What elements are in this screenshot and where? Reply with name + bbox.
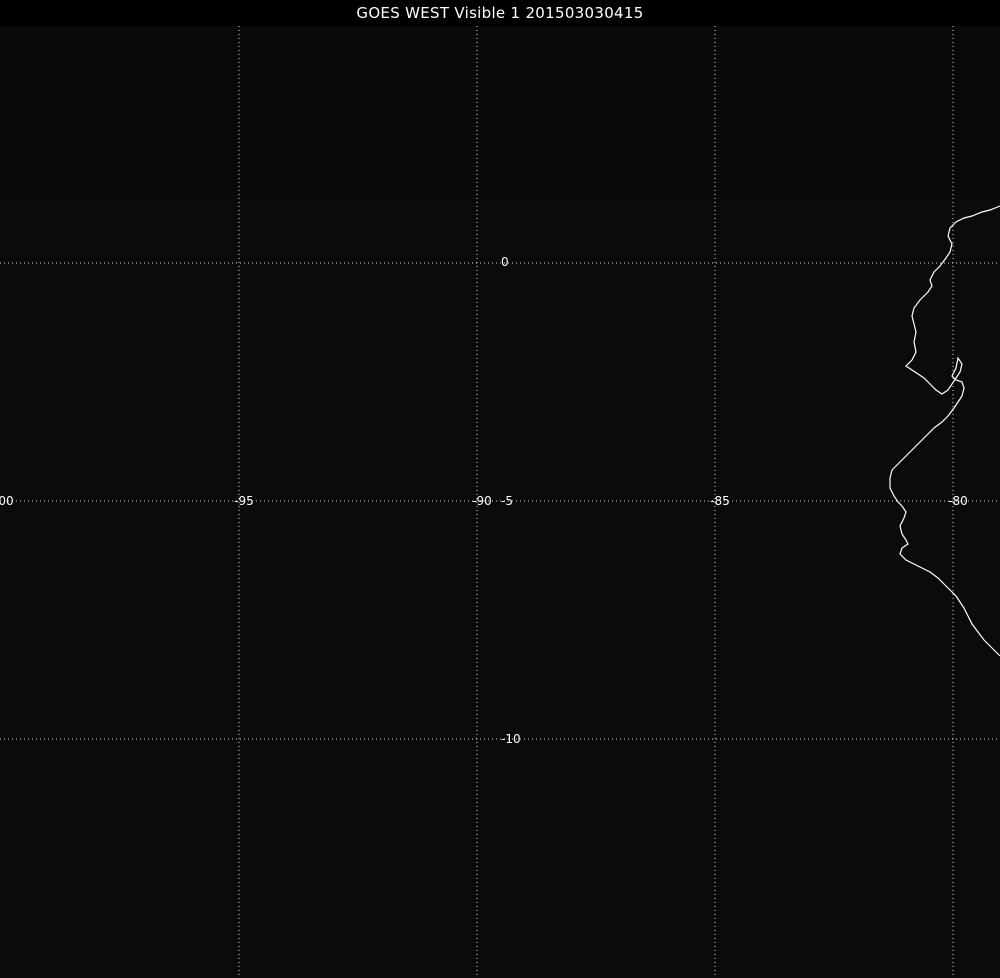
lon-label--100: -100 [0, 494, 14, 508]
upper-dark-band [0, 26, 1000, 198]
lon-label--95: -95 [234, 494, 254, 508]
coastline-south-america [889, 205, 1000, 657]
lon-label--80: -80 [948, 494, 968, 508]
image-title: GOES WEST Visible 1 201503030415 [356, 4, 644, 22]
lon-label--85: -85 [710, 494, 730, 508]
title-bar: GOES WEST Visible 1 201503030415 [0, 0, 1000, 26]
lat-label--5: -5 [501, 494, 513, 508]
lon-label--90: -90 [472, 494, 492, 508]
lat-label--10: -10 [501, 732, 521, 746]
satellite-map: -100 -95 -90 -85 -80 0 -5 -10 [0, 26, 1000, 978]
lat-label-0: 0 [501, 255, 509, 269]
satellite-image-frame: GOES WEST Visible 1 201503030415 -100 -9… [0, 0, 1000, 978]
